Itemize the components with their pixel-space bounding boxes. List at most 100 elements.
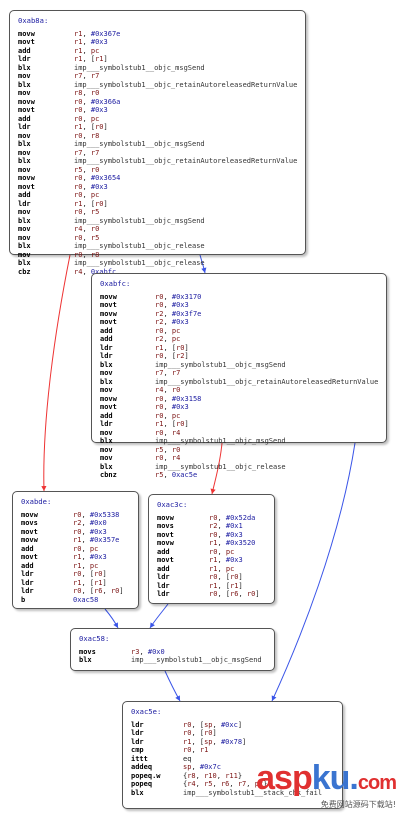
instruction-row: movt r0, #0x3 [21, 528, 130, 537]
instruction-mnemonic: movt [100, 318, 117, 326]
edge-ac58-to-ac5e [164, 670, 181, 702]
instruction-row: blx imp___symbolstub1__objc_msgSend [18, 217, 297, 226]
instruction-operands: r0, pc [74, 114, 100, 123]
instruction-operands: r0, #0x3 [155, 301, 189, 309]
instruction-mnemonic: popeq [131, 780, 153, 788]
instruction-mnemonic: ldr [21, 570, 34, 578]
instruction-row: add r0, pc [18, 191, 297, 200]
block-address-label: 0xabde: [21, 497, 52, 506]
instruction-row: movt r1, #0x3 [18, 38, 297, 47]
instruction-operands: r0, #0x3 [73, 527, 107, 536]
instruction-operands: r0, r5 [74, 208, 100, 216]
instruction-mnemonic: add [18, 114, 31, 123]
instruction-row: add r0, pc [18, 115, 297, 124]
watermark-subtitle: 免费网站源码下载站! [320, 800, 396, 809]
instruction-operands: r2, #0x0 [73, 519, 107, 527]
instruction-row: movt r2, #0x3 [100, 318, 378, 327]
instruction-operands: r1, pc [73, 561, 99, 570]
instruction-row: ldr r1, [r0] [100, 344, 378, 353]
instruction-operands: r0, [r6, r0] [209, 590, 260, 598]
block-address-label: 0xac58: [79, 634, 110, 643]
instruction-operands: imp___symbolstub1__objc_retainAutoreleas… [74, 80, 298, 89]
instruction-mnemonic: mov [100, 386, 113, 394]
instruction-operands: r0, [r2] [155, 352, 189, 360]
instruction-mnemonic: blx [18, 242, 31, 250]
instruction-row: movt r0, #0x3 [157, 531, 266, 540]
instruction-mnemonic: ldr [157, 581, 170, 590]
instruction-mnemonic: blx [131, 788, 144, 797]
instruction-operands: r1, #0x3 [73, 553, 107, 561]
basic-block-0xabfc: 0xabfc: movw r0, #0x3170 movt r0, #0x3 movw r2… [91, 273, 387, 479]
instruction-operands: r2, #0x3 [155, 318, 189, 326]
instruction-row: mov r7, r7 [18, 149, 297, 158]
instruction-row: ldr r0, [r6, r0] [21, 587, 130, 596]
instruction-row: movt r1, #0x3 [21, 553, 130, 562]
instruction-operands: imp___symbolstub1__objc_msgSend [131, 656, 262, 664]
instruction-mnemonic: movw [157, 539, 174, 547]
instruction-mnemonic: cmp [131, 746, 144, 754]
instruction-operands: r0, pc [73, 544, 99, 553]
instruction-row: blx imp___symbolstub1__objc_msgSend [18, 140, 297, 149]
instruction-row: mov r4, r0 [18, 225, 297, 234]
instruction-row: movs r2, #0x1 [157, 522, 266, 531]
instruction-mnemonic: blx [100, 360, 113, 369]
basic-block-0xac3c: 0xac3c: movw r0, #0x52da movs r2, #0x1 movt r0… [148, 494, 275, 604]
instruction-mnemonic: mov [18, 131, 31, 140]
instruction-row: blx imp___symbolstub1__objc_release [100, 463, 378, 472]
instruction-mnemonic: ldr [18, 199, 31, 208]
instruction-mnemonic: movw [18, 29, 35, 38]
instruction-operands: r0, #0x3654 [74, 174, 121, 182]
instruction-mnemonic: cbz [18, 267, 31, 276]
instruction-operands: r1, [r1] [209, 581, 243, 590]
instruction-row: ldr r1, [r1] [21, 579, 130, 588]
instruction-mnemonic: mov [100, 454, 113, 462]
instruction-operands: r0, pc [74, 191, 100, 199]
instruction-mnemonic: blx [100, 437, 113, 445]
block-address-label: 0xac5e: [131, 707, 162, 716]
instruction-operands: r0, pc [209, 547, 235, 556]
instruction-row: movw r1, #0x357e [21, 536, 130, 545]
instruction-row: blx imp___symbolstub1__objc_release [18, 259, 297, 268]
instruction-operands: r1, [r1] [74, 55, 108, 63]
instruction-operands: imp___symbolstub1__objc_msgSend [155, 360, 286, 369]
instruction-row: ldr r0, [r0] [157, 573, 266, 582]
instruction-row: movw r1, #0x3520 [157, 539, 266, 548]
instruction-mnemonic: ldr [157, 573, 170, 581]
instruction-mnemonic: mov [18, 165, 31, 174]
instruction-mnemonic: movw [157, 513, 174, 522]
instruction-operands: r1, #0x357e [73, 536, 120, 544]
instruction-operands: r8, r0 [74, 89, 100, 97]
instruction-operands: r0, #0x5338 [73, 510, 120, 519]
instruction-row: movw r0, #0x52da [157, 514, 266, 523]
instruction-row: movw r0, #0x3654 [18, 174, 297, 183]
instruction-row: ldr r1, [r1] [157, 582, 266, 591]
edge-abfc-to-ac5e [271, 442, 356, 702]
instruction-operands: r3, #0x0 [131, 647, 165, 656]
instruction-operands: r0, #0x3170 [155, 292, 202, 301]
instruction-row: movw r0, #0x3158 [100, 395, 378, 404]
instruction-operands: 0xac58 [73, 595, 99, 604]
instruction-operands: r0, #0x3 [155, 403, 189, 411]
instruction-mnemonic: add [18, 46, 31, 55]
instruction-mnemonic: movw [18, 97, 35, 106]
instruction-mnemonic: blx [18, 259, 31, 267]
instruction-row: mov r8, r0 [18, 89, 297, 98]
instruction-operands: r0, [r0] [209, 573, 243, 581]
instruction-mnemonic: movw [21, 536, 38, 544]
instruction-mnemonic: mov [18, 89, 31, 97]
instruction-row: blx imp___symbolstub1__objc_retainAutorel… [18, 157, 297, 166]
instruction-row: movt r0, #0x3 [18, 183, 297, 192]
instruction-operands: r5, r0 [155, 445, 181, 454]
instruction-mnemonic: mov [18, 72, 31, 80]
instruction-row: mov r0, r5 [18, 234, 297, 243]
instruction-mnemonic: blx [100, 462, 113, 471]
instruction-mnemonic: mov [18, 225, 31, 233]
instruction-mnemonic: movw [18, 174, 35, 182]
block-address-label: 0xab8a: [18, 16, 49, 25]
instruction-row: ldr r1, [r1] [18, 55, 297, 64]
instruction-operands: r0, pc [155, 326, 181, 335]
instruction-operands: imp___symbolstub1__objc_msgSend [155, 437, 286, 445]
instruction-operands: r4, r0 [155, 386, 181, 394]
instruction-row: add r2, pc [100, 335, 378, 344]
instruction-operands: r1, #0x3 [209, 556, 243, 564]
